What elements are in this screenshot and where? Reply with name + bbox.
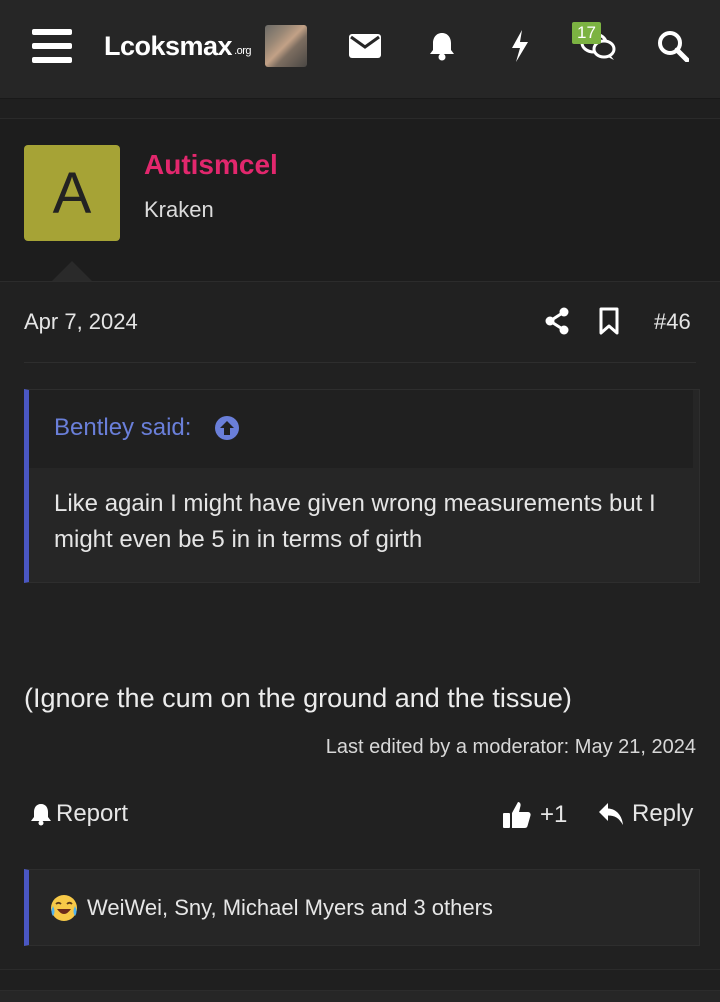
reaction-users[interactable]: WeiWei, Sny, Michael Myers and 3 others [87,895,493,921]
user-block-arrow [52,261,92,281]
username-link[interactable]: Autismcel [144,149,278,181]
thumbs-up-icon [503,802,531,828]
quote-block: Bentley said: Like again I might have gi… [24,389,700,583]
account-avatar[interactable] [264,0,308,92]
quote-author[interactable]: Bentley said: [54,414,191,442]
post-user-block: A Autismcel Kraken [0,119,720,282]
envelope-icon[interactable] [345,0,385,92]
post-date[interactable]: Apr 7, 2024 [24,309,138,335]
next-post-edge [0,990,720,1002]
notification-badge: 17 [572,22,601,44]
report-label: Report [56,800,129,827]
arrow-up-circle-icon[interactable] [214,415,240,446]
quote-header: Bentley said: [29,390,693,468]
like-button[interactable]: +1 [502,800,567,830]
bell-icon[interactable] [422,0,462,92]
menu-icon[interactable] [28,0,76,92]
avatar [265,25,307,67]
bell-icon [31,804,51,826]
edited-note: Last edited by a moderator: May 21, 2024 [325,736,696,758]
reactions-bar[interactable]: WeiWei, Sny, Michael Myers and 3 others [24,869,700,946]
like-count: +1 [540,801,568,828]
bolt-icon[interactable] [500,0,540,92]
share-icon[interactable] [544,307,572,337]
logo-suffix: .org [234,45,252,57]
user-avatar[interactable]: A [24,145,120,241]
divider [24,362,696,363]
top-navigation-bar: Lcoksmax .org 17 [0,0,720,99]
site-logo[interactable]: Lcoksmax .org [104,0,254,92]
chat-icon[interactable] [576,0,620,92]
reply-button[interactable]: Reply [598,800,693,828]
forum-post: A Autismcel Kraken Apr 7, 2024 #46 Bentl… [0,118,720,970]
crying-laughing-emoji-icon [51,894,77,921]
post-number[interactable]: #46 [654,309,691,335]
post-message: (Ignore the cum on the ground and the ti… [24,683,572,713]
search-icon[interactable] [652,0,694,92]
report-button[interactable]: Report [30,800,128,828]
logo-text: Lcoksmax [104,30,233,61]
quote-text: Like again I might have given wrong meas… [54,490,656,553]
bookmark-icon[interactable] [598,307,624,337]
reply-label: Reply [632,800,694,827]
reply-icon [599,803,623,825]
user-title: Kraken [144,197,214,222]
